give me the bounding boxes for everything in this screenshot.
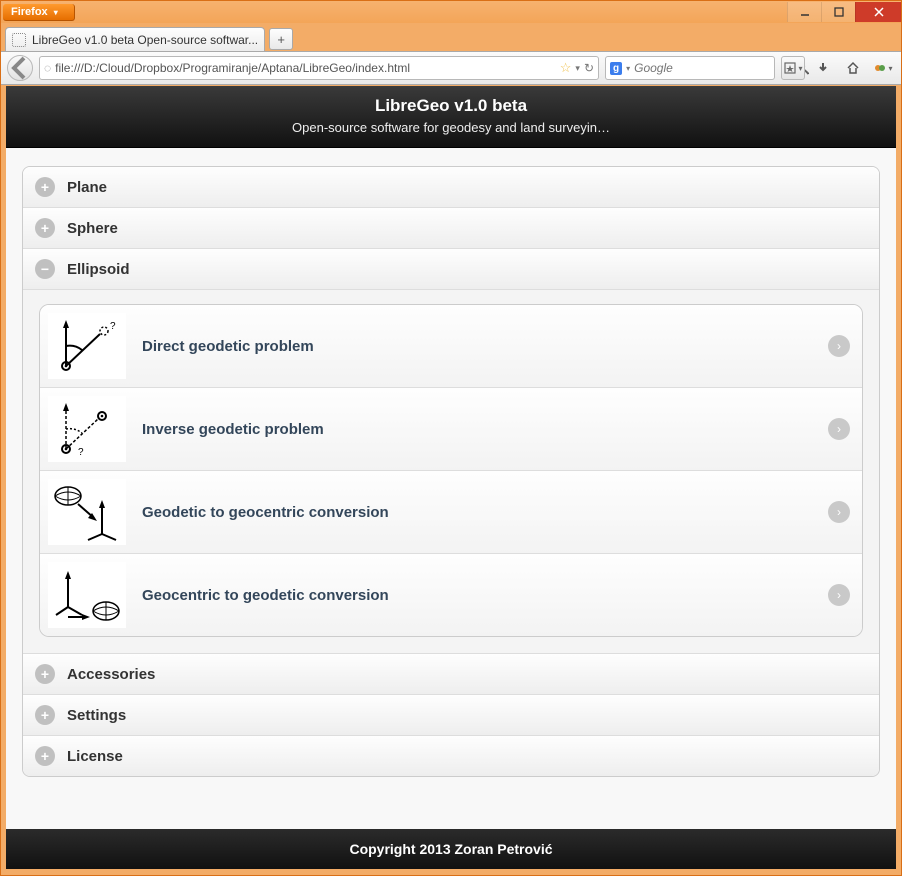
plus-icon	[35, 218, 55, 238]
accordion-header-settings[interactable]: Settings	[23, 694, 879, 735]
search-input[interactable]	[634, 61, 791, 75]
list-item-geocentric-to-geodetic[interactable]: Geocentric to geodetic conversion ›	[40, 553, 862, 636]
addon-button[interactable]: ▾	[871, 56, 895, 80]
maximize-button[interactable]	[821, 2, 855, 22]
reload-icon[interactable]: ↻	[584, 61, 594, 75]
accordion-header-ellipsoid[interactable]: Ellipsoid	[23, 248, 879, 289]
search-bar[interactable]: g ▾ 🔍	[605, 56, 775, 80]
thumb-geod-to-geoc-icon	[48, 479, 126, 545]
bookmarks-menu-button[interactable]: ▾	[781, 56, 805, 80]
new-tab-button[interactable]: +	[269, 28, 293, 50]
page-subtitle: Open-source software for geodesy and lan…	[14, 120, 888, 135]
list-item-label: Geodetic to geocentric conversion	[142, 504, 812, 521]
accordion-header-license[interactable]: License	[23, 735, 879, 776]
back-button[interactable]	[7, 55, 33, 81]
list-item-label: Geocentric to geodetic conversion	[142, 587, 812, 604]
accordion-label: License	[67, 748, 123, 765]
accordion-header-sphere[interactable]: Sphere	[23, 207, 879, 248]
chevron-right-icon: ›	[828, 418, 850, 440]
tab-favicon	[12, 33, 26, 47]
url-history-dropdown-icon[interactable]: ▾	[575, 63, 580, 74]
url-input[interactable]	[55, 61, 556, 75]
ellipsoid-listview: ? Direct geodetic problem ›	[39, 304, 863, 637]
list-item-geodetic-to-geocentric[interactable]: Geodetic to geocentric conversion ›	[40, 470, 862, 553]
downloads-button[interactable]	[811, 56, 835, 80]
bookmark-star-icon[interactable]: ☆	[560, 60, 572, 76]
accordion-header-accessories[interactable]: Accessories	[23, 653, 879, 694]
content-viewport: LibreGeo v1.0 beta Open-source software …	[6, 86, 896, 869]
titlebar: Firefox	[1, 1, 901, 23]
chevron-right-icon: ›	[828, 501, 850, 523]
accordion-label: Sphere	[67, 220, 118, 237]
window-controls	[787, 2, 901, 22]
url-bar[interactable]: ◌ ☆ ▾ ↻	[39, 56, 599, 80]
list-item-direct-geodetic[interactable]: ? Direct geodetic problem ›	[40, 305, 862, 387]
svg-text:?: ?	[78, 447, 84, 458]
chevron-right-icon: ›	[828, 335, 850, 357]
page-body: Plane Sphere Ellipsoid	[6, 148, 896, 829]
accordion-header-plane[interactable]: Plane	[23, 167, 879, 207]
home-button[interactable]	[841, 56, 865, 80]
plus-icon	[35, 177, 55, 197]
firefox-menu-button[interactable]: Firefox	[3, 4, 75, 21]
minus-icon	[35, 259, 55, 279]
tab-title: LibreGeo v1.0 beta Open-source softwar..…	[32, 33, 258, 47]
page-footer: Copyright 2013 Zoran Petrović	[6, 829, 896, 869]
accordion-label: Accessories	[67, 666, 155, 683]
thumb-direct-geodetic-icon: ?	[48, 313, 126, 379]
plus-icon	[35, 746, 55, 766]
page-header: LibreGeo v1.0 beta Open-source software …	[6, 86, 896, 148]
chevron-right-icon: ›	[828, 584, 850, 606]
site-identity-icon: ◌	[44, 61, 51, 75]
page-title: LibreGeo v1.0 beta	[14, 96, 888, 116]
plus-icon	[35, 664, 55, 684]
search-engine-icon[interactable]: g	[610, 62, 622, 75]
page: LibreGeo v1.0 beta Open-source software …	[6, 86, 896, 869]
list-item-inverse-geodetic[interactable]: ? Inverse geodetic problem ›	[40, 387, 862, 470]
close-button[interactable]	[855, 2, 901, 22]
thumb-geoc-to-geod-icon	[48, 562, 126, 628]
svg-text:?: ?	[110, 321, 116, 332]
list-item-label: Inverse geodetic problem	[142, 421, 812, 438]
active-tab[interactable]: LibreGeo v1.0 beta Open-source softwar..…	[5, 27, 265, 51]
accordion-label: Plane	[67, 179, 107, 196]
tab-strip: LibreGeo v1.0 beta Open-source softwar..…	[1, 23, 901, 51]
plus-icon	[35, 705, 55, 725]
minimize-button[interactable]	[787, 2, 821, 22]
nav-toolbar: ◌ ☆ ▾ ↻ g ▾ 🔍 ▾ ▾	[1, 51, 901, 85]
accordion-label: Ellipsoid	[67, 261, 130, 278]
list-item-label: Direct geodetic problem	[142, 338, 812, 355]
main-accordion: Plane Sphere Ellipsoid	[22, 166, 880, 777]
search-engine-dropdown-icon[interactable]: ▾	[626, 64, 630, 73]
thumb-inverse-geodetic-icon: ?	[48, 396, 126, 462]
firefox-window: Firefox LibreGeo v1.0 beta Open-source s…	[0, 0, 902, 876]
accordion-panel-ellipsoid: ? Direct geodetic problem ›	[23, 289, 879, 653]
accordion-label: Settings	[67, 707, 126, 724]
